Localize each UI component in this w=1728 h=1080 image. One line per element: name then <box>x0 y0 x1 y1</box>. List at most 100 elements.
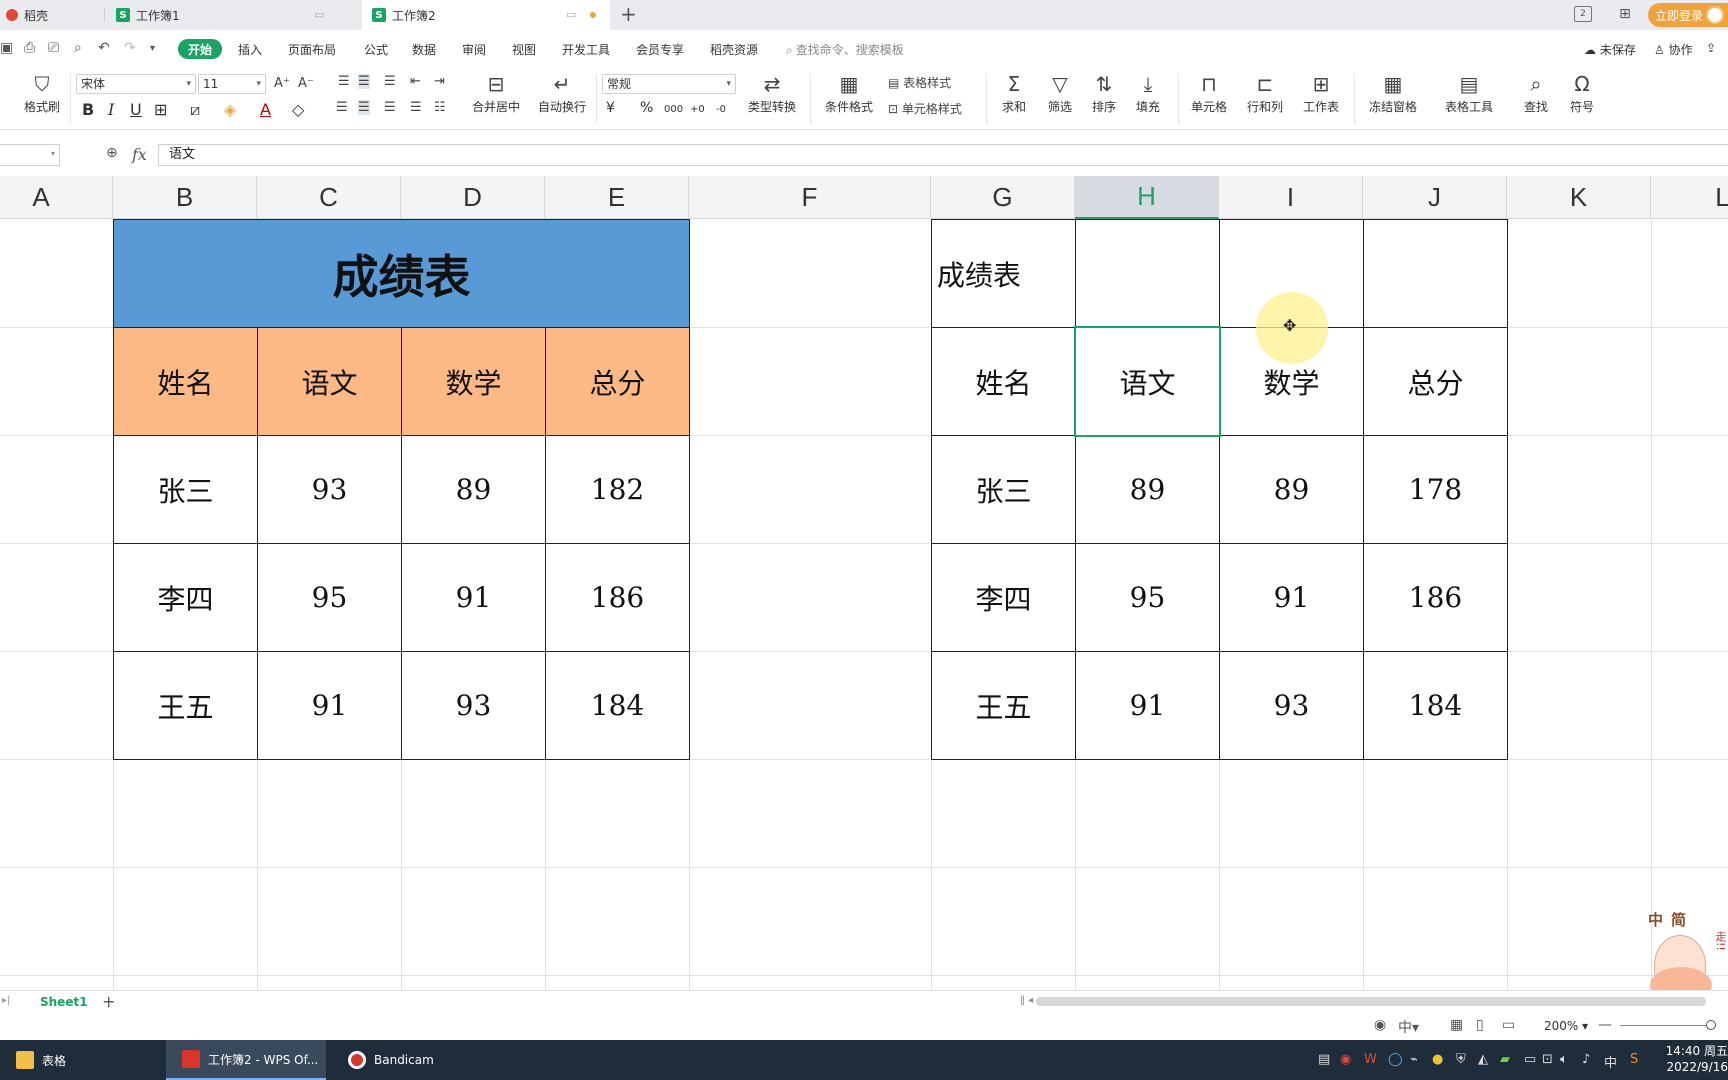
menu-review[interactable]: 审阅 <box>462 41 486 58</box>
italic-icon[interactable]: I <box>108 100 114 119</box>
bold-icon[interactable]: B <box>82 100 94 119</box>
tray-network-icon[interactable]: ▭ <box>1524 1052 1536 1067</box>
column-header-a[interactable]: A <box>0 176 113 219</box>
cloud-unsaved-status[interactable]: ☁ 未保存 <box>1584 41 1636 58</box>
left-cell[interactable]: 93 <box>257 435 402 544</box>
normal-view-icon[interactable]: ▦ <box>1450 1017 1463 1033</box>
name-box[interactable]: ▾ <box>0 144 60 166</box>
ime-indicator[interactable]: 中 <box>1604 1052 1617 1071</box>
share-icon[interactable]: ⇪ <box>1706 41 1716 55</box>
column-header-b[interactable]: B <box>113 176 257 219</box>
scroll-left-arrow-icon[interactable]: ‖ ◂ <box>1020 995 1033 1006</box>
zoom-slider-handle[interactable] <box>1706 1020 1716 1030</box>
left-header-chinese[interactable]: 语文 <box>257 327 402 436</box>
taskbar-item-explorer[interactable]: 表格 <box>0 1040 160 1080</box>
left-cell[interactable]: 王五 <box>113 651 258 760</box>
right-empty-cell[interactable] <box>1363 219 1508 328</box>
left-cell[interactable]: 184 <box>545 651 690 760</box>
column-header-k[interactable]: K <box>1507 176 1651 219</box>
page-layout-view-icon[interactable]: ▯ <box>1476 1017 1484 1033</box>
decrease-decimal-icon[interactable]: -0 <box>716 104 726 115</box>
menu-insert[interactable]: 插入 <box>238 41 262 58</box>
filter-button[interactable]: ▽ 筛选 <box>1040 72 1080 115</box>
tab-docer[interactable]: 稻壳 <box>0 0 102 30</box>
percent-icon[interactable]: % <box>640 100 653 116</box>
right-cell[interactable]: 93 <box>1219 651 1364 760</box>
login-button[interactable]: 立即登录 <box>1648 3 1728 27</box>
table-tools-button[interactable]: ▤ 表格工具 <box>1438 72 1500 115</box>
collaborate-button[interactable]: ♙ 协作 <box>1654 41 1693 58</box>
left-cell[interactable]: 91 <box>401 543 546 652</box>
align-middle-icon[interactable]: ☰ <box>358 74 370 89</box>
reading-view-icon[interactable]: ▭ <box>1502 1017 1515 1033</box>
align-right-icon[interactable]: ☰ <box>384 100 396 115</box>
tray-record-icon[interactable]: ◉ <box>1340 1052 1351 1067</box>
mascot-widget[interactable]: 中简 小心心我们走!! <box>1644 909 1728 990</box>
zoom-level[interactable]: 200% ▾ <box>1544 1019 1588 1033</box>
left-table-title[interactable]: 成绩表 <box>113 219 690 328</box>
clear-format-icon[interactable]: ◇ <box>292 100 304 119</box>
left-cell[interactable]: 张三 <box>113 435 258 544</box>
right-empty-cell[interactable] <box>1075 219 1220 328</box>
right-cell[interactable]: 李四 <box>931 543 1076 652</box>
zoom-out-icon[interactable]: — <box>1598 1017 1612 1033</box>
align-left-icon[interactable]: ☰ <box>336 100 348 115</box>
worksheet-button[interactable]: ⊞ 工作表 <box>1296 72 1346 115</box>
right-cell[interactable]: 91 <box>1219 543 1364 652</box>
comment-icon[interactable]: ▭ <box>566 8 576 21</box>
column-header-h[interactable]: H <box>1075 176 1219 219</box>
left-cell[interactable]: 93 <box>401 651 546 760</box>
increase-decimal-icon[interactable]: +0 <box>690 104 705 115</box>
column-header-i[interactable]: I <box>1219 176 1363 219</box>
customize-chevron-down-icon[interactable]: ▾ <box>150 43 155 54</box>
justify-icon[interactable]: ☰ <box>410 100 422 115</box>
print-icon[interactable]: ⎚ <box>48 40 59 56</box>
horizontal-scrollbar[interactable] <box>1036 997 1706 1006</box>
print-preview-icon[interactable]: ⌕ <box>74 40 82 56</box>
new-tab-plus-icon[interactable]: + <box>620 3 637 25</box>
menu-data[interactable]: 数据 <box>412 41 436 58</box>
redo-icon[interactable]: ↷ <box>124 40 136 56</box>
align-top-icon[interactable]: ☰ <box>338 74 350 89</box>
find-button[interactable]: ⌕ 查找 <box>1516 72 1556 115</box>
column-header-f[interactable]: F <box>689 176 931 219</box>
zoom-formula-icon[interactable]: ⊕ <box>106 145 118 161</box>
tray-ime-icon[interactable]: ⌁ <box>1410 1052 1418 1067</box>
undo-icon[interactable]: ↶ <box>98 40 110 56</box>
left-header-name[interactable]: 姓名 <box>113 327 258 436</box>
number-format-select[interactable]: 常规 ▾ <box>602 74 736 94</box>
page-indicator-icon[interactable]: 2 <box>1574 6 1592 22</box>
right-cell[interactable]: 186 <box>1363 543 1508 652</box>
sum-button[interactable]: Σ 求和 <box>994 72 1034 115</box>
right-header-total[interactable]: 总分 <box>1363 327 1508 436</box>
save-icon[interactable]: ▣ <box>0 40 13 56</box>
microphone-icon[interactable]: ♪ <box>1582 1052 1590 1067</box>
right-cell[interactable]: 王五 <box>931 651 1076 760</box>
merge-center-button[interactable]: ⊟ 合并居中 <box>466 72 526 115</box>
borders-icon[interactable]: ⊞ <box>154 100 167 119</box>
fill-color-icon[interactable]: ◈ <box>224 100 236 119</box>
sheet-nav-icon[interactable]: ▸| <box>2 995 10 1006</box>
menu-developer[interactable]: 开发工具 <box>562 41 610 58</box>
freeze-panes-button[interactable]: ▦ 冻结窗格 <box>1362 72 1424 115</box>
column-header-e[interactable]: E <box>545 176 689 219</box>
tray-security-icon[interactable]: ⛨ <box>1456 1052 1466 1067</box>
right-cell[interactable]: 张三 <box>931 435 1076 544</box>
menu-formulas[interactable]: 公式 <box>364 41 388 58</box>
menu-docer-resources[interactable]: 稻壳资源 <box>710 41 758 58</box>
row-col-button[interactable]: ⊏ 行和列 <box>1240 72 1290 115</box>
command-search[interactable]: ⌕ 查找命令、搜索模板 <box>786 41 904 58</box>
format-painter-button[interactable]: ⛉ 格式刷 <box>22 72 62 115</box>
zoom-slider[interactable] <box>1620 1025 1710 1026</box>
tray-wps-icon[interactable]: W <box>1364 1052 1377 1067</box>
align-bottom-icon[interactable]: ☰ <box>384 74 396 89</box>
wrap-text-button[interactable]: ↵ 自动换行 <box>534 72 590 115</box>
left-cell[interactable]: 95 <box>257 543 402 652</box>
left-header-total[interactable]: 总分 <box>545 327 690 436</box>
menu-member[interactable]: 会员专享 <box>636 41 684 58</box>
increase-font-icon[interactable]: A⁺ <box>274 76 290 91</box>
sort-button[interactable]: ⇅ 排序 <box>1084 72 1124 115</box>
column-header-g[interactable]: G <box>931 176 1075 219</box>
decrease-font-icon[interactable]: A⁻ <box>298 76 314 91</box>
left-cell[interactable]: 89 <box>401 435 546 544</box>
